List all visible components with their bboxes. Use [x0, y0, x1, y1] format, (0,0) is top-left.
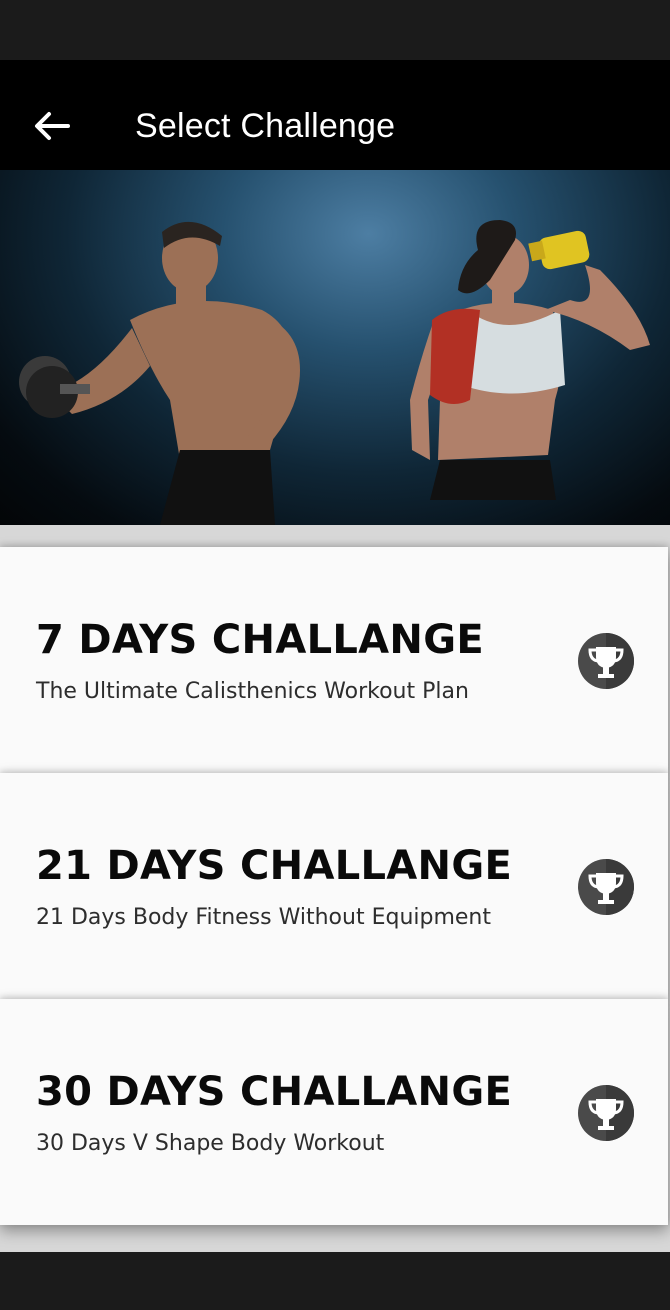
back-button[interactable] — [32, 108, 72, 144]
challenge-subtitle: The Ultimate Calisthenics Workout Plan — [36, 679, 469, 704]
challenge-list: 7 DAYS CHALLANGE The Ultimate Calistheni… — [0, 525, 670, 1252]
page-title: Select Challenge — [135, 107, 396, 145]
app-bar: Select Challenge — [0, 60, 670, 170]
challenge-card-30-days[interactable]: 30 DAYS CHALLANGE 30 Days V Shape Body W… — [0, 999, 668, 1225]
challenge-subtitle: 21 Days Body Fitness Without Equipment — [36, 905, 491, 930]
trophy-icon — [578, 859, 634, 915]
challenge-title: 21 DAYS CHALLANGE — [36, 843, 513, 889]
challenge-title: 30 DAYS CHALLANGE — [36, 1069, 513, 1115]
challenge-card-7-days[interactable]: 7 DAYS CHALLANGE The Ultimate Calistheni… — [0, 547, 668, 773]
trophy-icon — [578, 633, 634, 689]
shaker-bottle — [528, 230, 590, 270]
challenge-card-21-days[interactable]: 21 DAYS CHALLANGE 21 Days Body Fitness W… — [0, 773, 668, 999]
trophy-icon — [578, 1085, 634, 1141]
challenge-title: 7 DAYS CHALLANGE — [36, 617, 484, 663]
arrow-left-icon — [35, 112, 70, 140]
hero-banner-image — [0, 170, 670, 525]
status-bar — [0, 0, 670, 60]
challenge-subtitle: 30 Days V Shape Body Workout — [36, 1131, 385, 1156]
navigation-bar — [0, 1252, 670, 1310]
man-figure — [58, 221, 300, 525]
